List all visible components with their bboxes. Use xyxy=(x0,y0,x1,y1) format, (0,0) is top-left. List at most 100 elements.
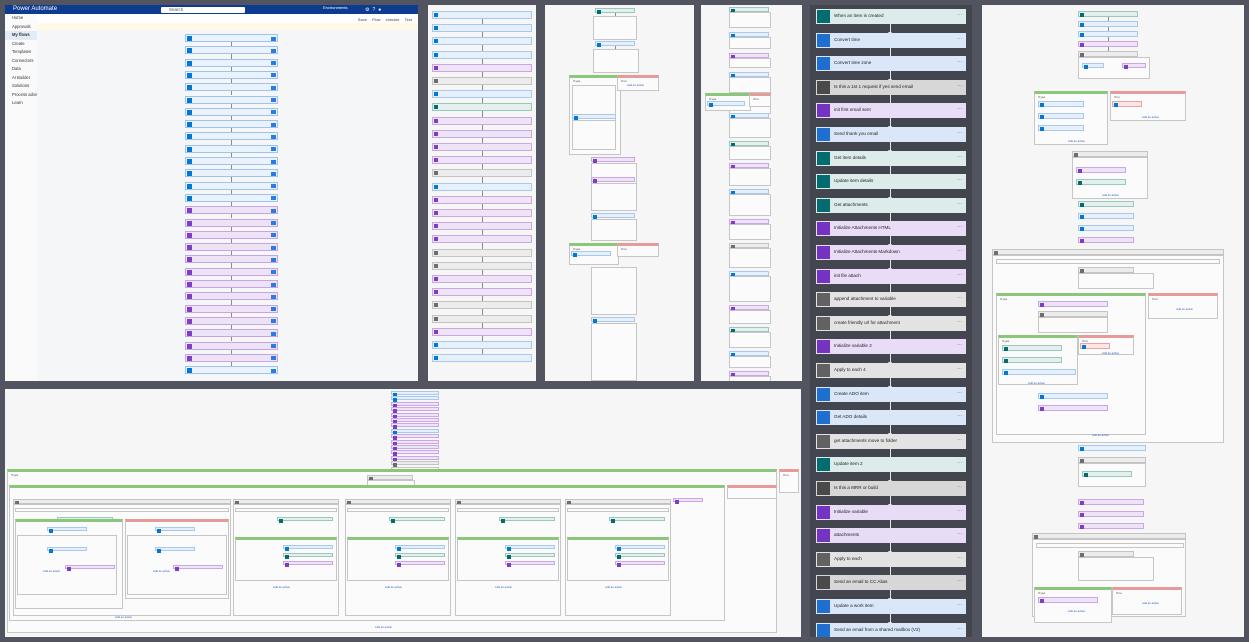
flow-step[interactable] xyxy=(505,545,555,551)
add-action-link[interactable]: Add an action xyxy=(1028,381,1045,385)
flow-step-card[interactable] xyxy=(185,206,278,215)
add-action-link[interactable]: Add an action xyxy=(1102,193,1119,197)
flow-step[interactable] xyxy=(65,565,115,571)
test-button[interactable]: Test xyxy=(405,17,412,22)
flow-step[interactable] xyxy=(1078,213,1134,219)
flow-step[interactable] xyxy=(1078,511,1144,517)
flow-step[interactable] xyxy=(1080,343,1110,349)
flow-step[interactable] xyxy=(391,428,439,435)
flow-step-card[interactable] xyxy=(185,280,278,288)
flow-step[interactable] xyxy=(591,177,635,183)
flow-step[interactable] xyxy=(1082,63,1104,69)
flow-step-card[interactable]: Apply to each 4 ··· xyxy=(816,363,966,378)
flow-step[interactable] xyxy=(391,461,439,468)
flow-step[interactable] xyxy=(505,553,555,559)
add-action-link[interactable]: Add an action xyxy=(1142,601,1159,605)
sidebar-item[interactable]: Learn xyxy=(5,99,37,108)
flow-step[interactable] xyxy=(155,547,195,553)
flow-step[interactable] xyxy=(591,213,635,219)
flow-step-card[interactable] xyxy=(185,95,278,104)
add-action-link[interactable]: Add an action xyxy=(43,569,60,573)
flow-step-card[interactable]: Convert time zone ··· xyxy=(816,56,966,72)
flow-step[interactable] xyxy=(432,209,532,217)
more-options-icon[interactable]: ··· xyxy=(957,248,962,254)
flow-step-card[interactable] xyxy=(185,193,278,202)
add-action-link[interactable]: Add an action xyxy=(375,625,392,629)
flow-step[interactable] xyxy=(432,169,532,178)
flow-step-card[interactable]: Initialize variable 2 ··· xyxy=(816,339,966,355)
flow-step[interactable] xyxy=(1078,201,1134,207)
flow-step[interactable] xyxy=(391,455,439,462)
flow-step[interactable] xyxy=(432,354,532,363)
sidebar-item[interactable]: Home xyxy=(5,14,37,23)
add-action-link[interactable]: Add an action xyxy=(1142,115,1159,119)
add-action-link[interactable]: Add an action xyxy=(1068,609,1085,613)
more-options-icon[interactable]: ··· xyxy=(957,272,962,278)
flow-step[interactable] xyxy=(615,553,665,559)
more-options-icon[interactable]: ··· xyxy=(957,626,962,632)
flow-step[interactable] xyxy=(391,401,439,408)
flow-step[interactable] xyxy=(432,195,532,204)
more-options-icon[interactable]: ··· xyxy=(957,602,962,608)
flow-step-card[interactable]: Create ADO item ··· xyxy=(816,386,966,402)
flow-step[interactable] xyxy=(1078,237,1134,243)
flow-step[interactable] xyxy=(173,565,223,571)
flow-step[interactable] xyxy=(1038,101,1084,107)
more-options-icon[interactable]: ··· xyxy=(957,437,962,443)
environment-label[interactable]: Environments xyxy=(323,5,347,10)
flow-step[interactable] xyxy=(591,157,635,163)
flow-step-card[interactable]: Get item details ··· xyxy=(816,150,966,166)
add-action-link[interactable]: Add an action xyxy=(273,585,290,589)
flow-step-card[interactable]: create friendly url for attachment ··· xyxy=(816,315,966,331)
more-options-icon[interactable]: ··· xyxy=(957,83,962,89)
add-action-link[interactable]: Add an action xyxy=(1068,139,1085,143)
flow-step-card[interactable] xyxy=(185,329,278,338)
more-options-icon[interactable]: ··· xyxy=(957,106,962,112)
add-action-link[interactable]: Add an action xyxy=(605,585,622,589)
flow-step-card[interactable]: attachments ··· xyxy=(816,528,966,544)
flow-step[interactable] xyxy=(283,553,333,559)
flow-step[interactable] xyxy=(432,235,532,244)
flow-step[interactable] xyxy=(609,517,665,523)
flow-step[interactable] xyxy=(391,407,439,414)
more-options-icon[interactable]: ··· xyxy=(957,413,962,419)
sidebar-item[interactable]: Approvals xyxy=(5,23,37,32)
flow-step-card[interactable] xyxy=(185,366,278,375)
flow-step-card[interactable] xyxy=(185,304,278,313)
flow-step[interactable] xyxy=(391,445,439,451)
flow-step-card[interactable]: append attachment to variable ··· xyxy=(816,292,966,308)
flow-step[interactable] xyxy=(432,275,532,283)
more-options-icon[interactable]: ··· xyxy=(957,342,962,348)
more-options-icon[interactable]: ··· xyxy=(957,390,962,396)
flow-step[interactable] xyxy=(1002,357,1062,363)
flow-step[interactable] xyxy=(395,561,445,567)
flow-step-card[interactable]: Get ADO details ··· xyxy=(816,410,966,426)
sidebar-item[interactable]: Process advisor xyxy=(5,91,42,100)
flow-step-card[interactable] xyxy=(185,243,278,252)
flow-step[interactable] xyxy=(432,156,532,165)
sidebar-item[interactable]: AI Builder xyxy=(5,74,37,83)
flow-step[interactable] xyxy=(432,103,532,112)
flow-step[interactable] xyxy=(391,396,439,403)
more-options-icon[interactable]: ··· xyxy=(957,555,962,561)
flow-step[interactable] xyxy=(1038,301,1108,307)
flow-step[interactable] xyxy=(432,50,532,59)
flow-step[interactable] xyxy=(389,517,445,523)
more-options-icon[interactable]: ··· xyxy=(957,130,962,136)
flow-step-card[interactable] xyxy=(185,107,278,116)
flow-step[interactable] xyxy=(283,561,333,567)
flow-step-card[interactable] xyxy=(185,292,278,301)
more-options-icon[interactable]: ··· xyxy=(957,154,962,160)
flow-step-card[interactable]: Apply to each ··· xyxy=(816,551,966,567)
flow-step-card[interactable] xyxy=(185,169,278,178)
flow-step[interactable] xyxy=(1082,471,1132,477)
flow-step-card[interactable] xyxy=(185,181,278,190)
flow-step[interactable] xyxy=(432,90,532,99)
flow-step-card[interactable]: init first email sent ··· xyxy=(816,103,966,119)
flow-step[interactable] xyxy=(432,116,532,125)
flow-step-card[interactable] xyxy=(185,34,278,42)
flow-step[interactable] xyxy=(395,553,445,559)
flow-step[interactable] xyxy=(1038,393,1108,399)
sidebar-item[interactable]: Data xyxy=(5,65,37,74)
flow-step-card[interactable] xyxy=(185,230,278,239)
